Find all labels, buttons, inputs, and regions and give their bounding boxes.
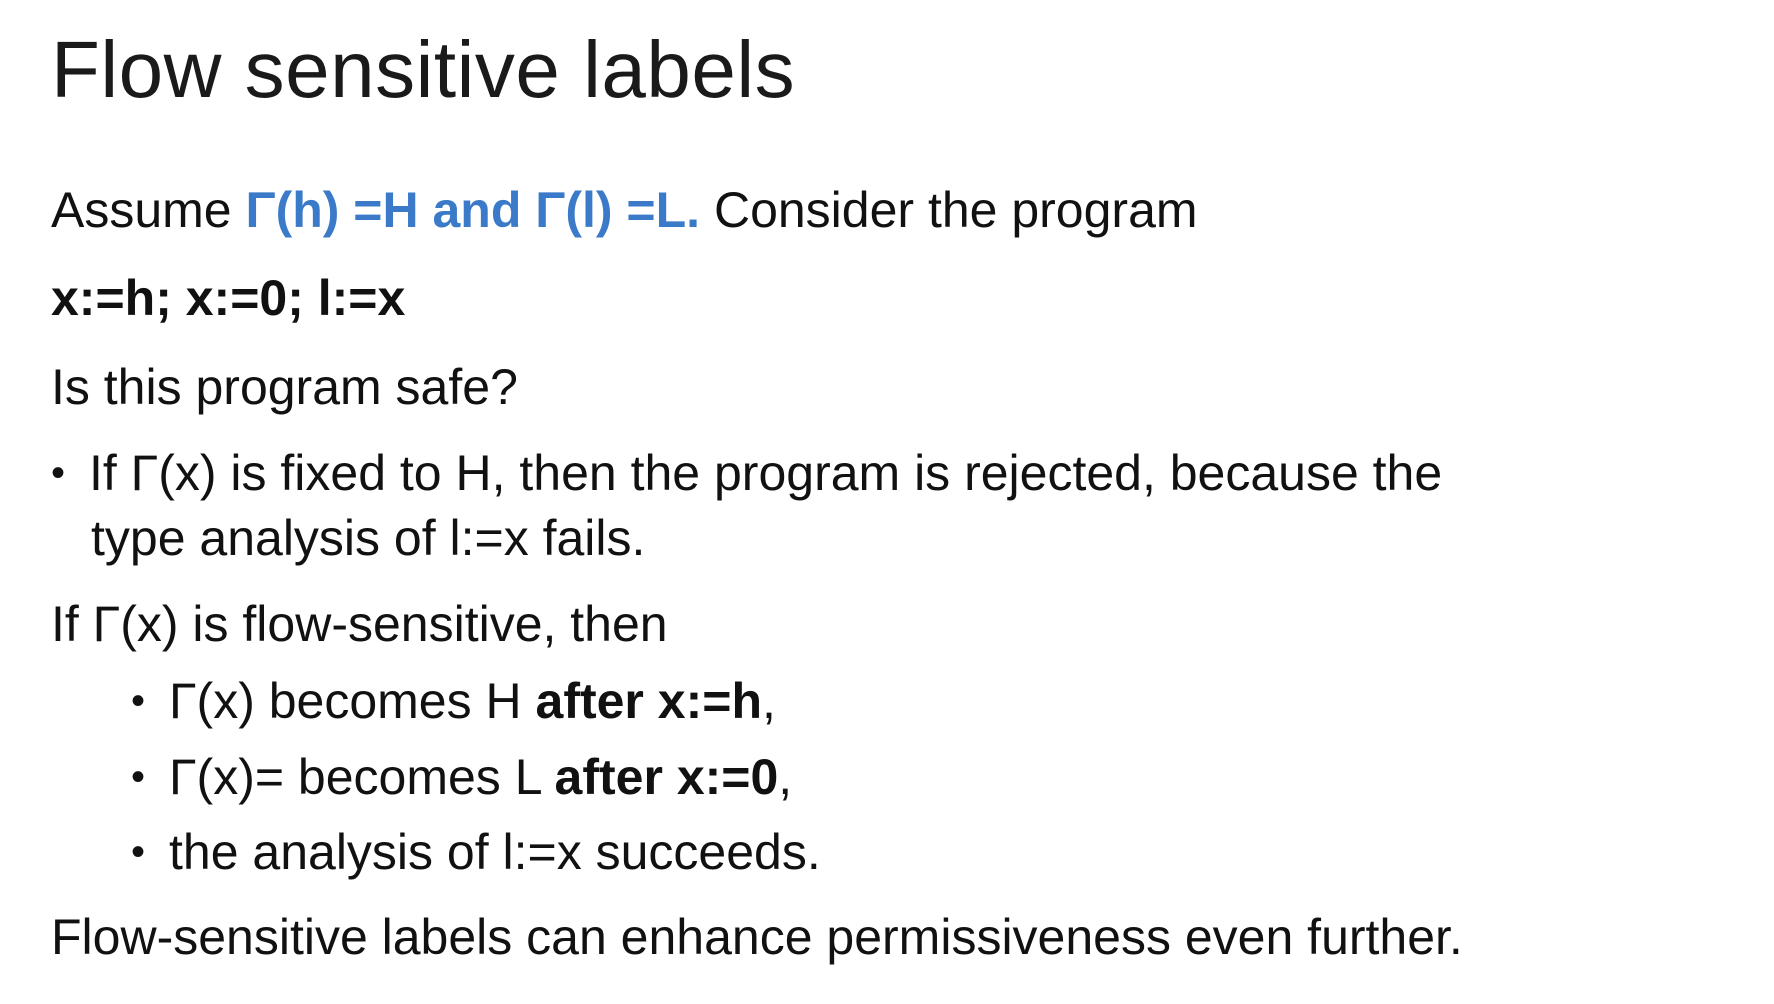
sub-bullet-text: Γ(x) becomes H <box>169 673 536 729</box>
fixed-label-bullet: • If Γ(x) is fixed to H, then the program… <box>51 443 1442 503</box>
flow-sensitive-intro: If Γ(x) is flow-sensitive, then <box>51 596 668 652</box>
bullet-dot: • <box>51 451 66 495</box>
sub-bullet-bold: after x:=0 <box>554 749 779 805</box>
slide: Flow sensitive labels Assume Γ(h) =H and… <box>0 0 1774 1004</box>
bullet-dot: • <box>131 755 146 799</box>
assumption-highlight: Γ(h) =H and Γ(l) =L. <box>245 182 701 238</box>
sub-bullet-item: • Γ(x) becomes H after x:=h, <box>131 671 776 731</box>
bullet-dot: • <box>131 830 146 874</box>
assumption-prefix: Assume <box>51 182 246 238</box>
sub-bullet-item: • the analysis of l:=x succeeds. <box>131 822 821 882</box>
bullet-dot: • <box>131 679 146 723</box>
sub-bullet-tail: , <box>761 673 776 729</box>
program-code: x:=h; x:=0; l:=x <box>51 270 406 326</box>
slide-title: Flow sensitive labels <box>51 25 796 114</box>
sub-bullet-tail: , <box>778 749 793 805</box>
sub-bullet-item: • Γ(x)= becomes L after x:=0, <box>131 747 792 807</box>
fixed-label-line2: type analysis of l:=x fails. <box>91 510 646 566</box>
safety-question: Is this program safe? <box>51 359 518 415</box>
assumption-suffix: Consider the program <box>700 182 1198 238</box>
sub-bullet-bold: after x:=h <box>535 673 762 729</box>
sub-bullet-text: Γ(x)= becomes L <box>169 749 555 805</box>
fixed-label-line1: If Γ(x) is fixed to H, then the program … <box>89 445 1443 501</box>
sub-bullet-text: the analysis of l:=x succeeds. <box>169 824 821 880</box>
closing-statement: Flow-sensitive labels can enhance permis… <box>51 909 1463 965</box>
assumption-line: Assume Γ(h) =H and Γ(l) =L. Consider the… <box>51 180 1198 240</box>
